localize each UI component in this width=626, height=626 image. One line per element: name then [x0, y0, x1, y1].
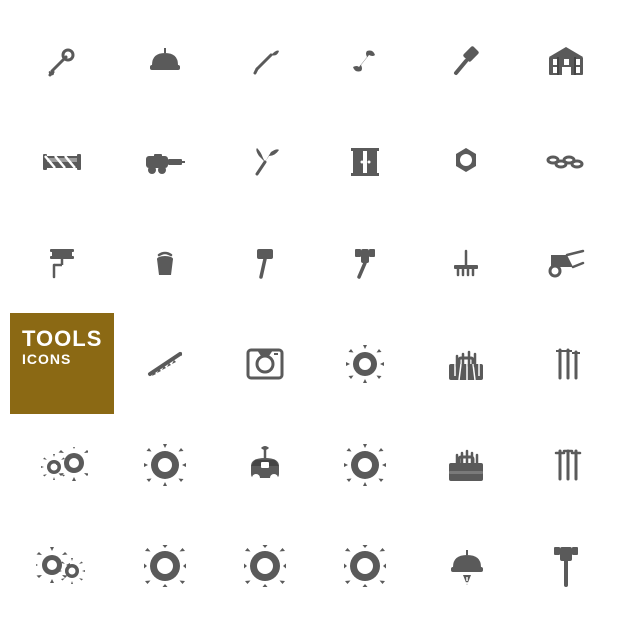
rake-icon	[436, 233, 496, 293]
hardhat-warning-icon	[436, 536, 496, 596]
cell-r6c4	[315, 515, 415, 616]
cell-r4c5	[415, 313, 515, 414]
saw-icon	[135, 334, 195, 394]
hammer-simple-icon	[536, 536, 596, 596]
cell-r5c2	[114, 414, 214, 515]
cell-r1c4	[315, 10, 415, 111]
cell-r5c4	[315, 414, 415, 515]
label-main: TOOLS	[22, 327, 102, 351]
gear-outline-icon	[335, 435, 395, 495]
cell-r3c2	[114, 212, 214, 313]
cell-r2c2	[114, 111, 214, 212]
gear-medium-icon	[135, 435, 195, 495]
cell-r3c5	[415, 212, 515, 313]
chain-icon	[536, 132, 596, 192]
cell-r6c6	[516, 515, 616, 616]
icon-grid: TOOLS ICONS	[0, 0, 626, 626]
cell-r2c3	[215, 111, 315, 212]
hammer-icon	[436, 31, 496, 91]
wrench-icon	[32, 31, 92, 91]
pick-icon	[235, 31, 295, 91]
tools-vertical-icon	[536, 435, 596, 495]
cell-r6c1	[10, 515, 114, 616]
cell-r2c5	[415, 111, 515, 212]
cell-r5c5	[415, 414, 515, 515]
cell-r6c3	[215, 515, 315, 616]
cell-r3c6	[516, 212, 616, 313]
dual-gears-icon	[32, 536, 92, 596]
label-cell: TOOLS ICONS	[10, 313, 114, 414]
bolt-icon	[436, 132, 496, 192]
wrenches-icon	[536, 334, 596, 394]
hardhat-icon	[135, 31, 195, 91]
pickaxe-icon	[235, 132, 295, 192]
settings-photo-icon	[235, 334, 295, 394]
cell-r2c1	[10, 111, 114, 212]
toolbox-icon	[436, 334, 496, 394]
cell-r3c4	[315, 212, 415, 313]
cell-r3c3	[215, 212, 315, 313]
cell-r4c2	[114, 313, 214, 414]
wheelbarrow-icon	[536, 233, 596, 293]
drill-icon	[135, 132, 195, 192]
car-wrench-icon	[235, 435, 295, 495]
building-icon	[536, 31, 596, 91]
gear-large-icon	[335, 334, 395, 394]
cell-r4c6	[516, 313, 616, 414]
gear-simple-icon	[335, 536, 395, 596]
cell-r1c6	[516, 10, 616, 111]
cell-r2c6	[516, 111, 616, 212]
bucket-icon	[135, 233, 195, 293]
dual-gears-small-icon	[32, 435, 92, 495]
cell-r6c5	[415, 515, 515, 616]
cell-r5c6	[516, 414, 616, 515]
paintroller-icon	[32, 233, 92, 293]
gear-big-icon	[135, 536, 195, 596]
cell-r4c4	[315, 313, 415, 414]
cell-r3c1	[10, 212, 114, 313]
barrier-icon	[32, 132, 92, 192]
cell-r1c1	[10, 10, 114, 111]
cell-r4c3	[215, 313, 315, 414]
cell-r5c1	[10, 414, 114, 515]
cell-r5c3	[215, 414, 315, 515]
cell-r6c2	[114, 515, 214, 616]
cell-r1c5	[415, 10, 515, 111]
spanner-icon	[335, 31, 395, 91]
mallet-icon	[235, 233, 295, 293]
cell-r1c2	[114, 10, 214, 111]
toolbox2-icon	[436, 435, 496, 495]
label-sub: ICONS	[22, 351, 71, 367]
cell-r2c4	[315, 111, 415, 212]
gear-toothed-icon	[235, 536, 295, 596]
door-icon	[335, 132, 395, 192]
cell-r1c3	[215, 10, 315, 111]
hammer2-icon	[335, 233, 395, 293]
